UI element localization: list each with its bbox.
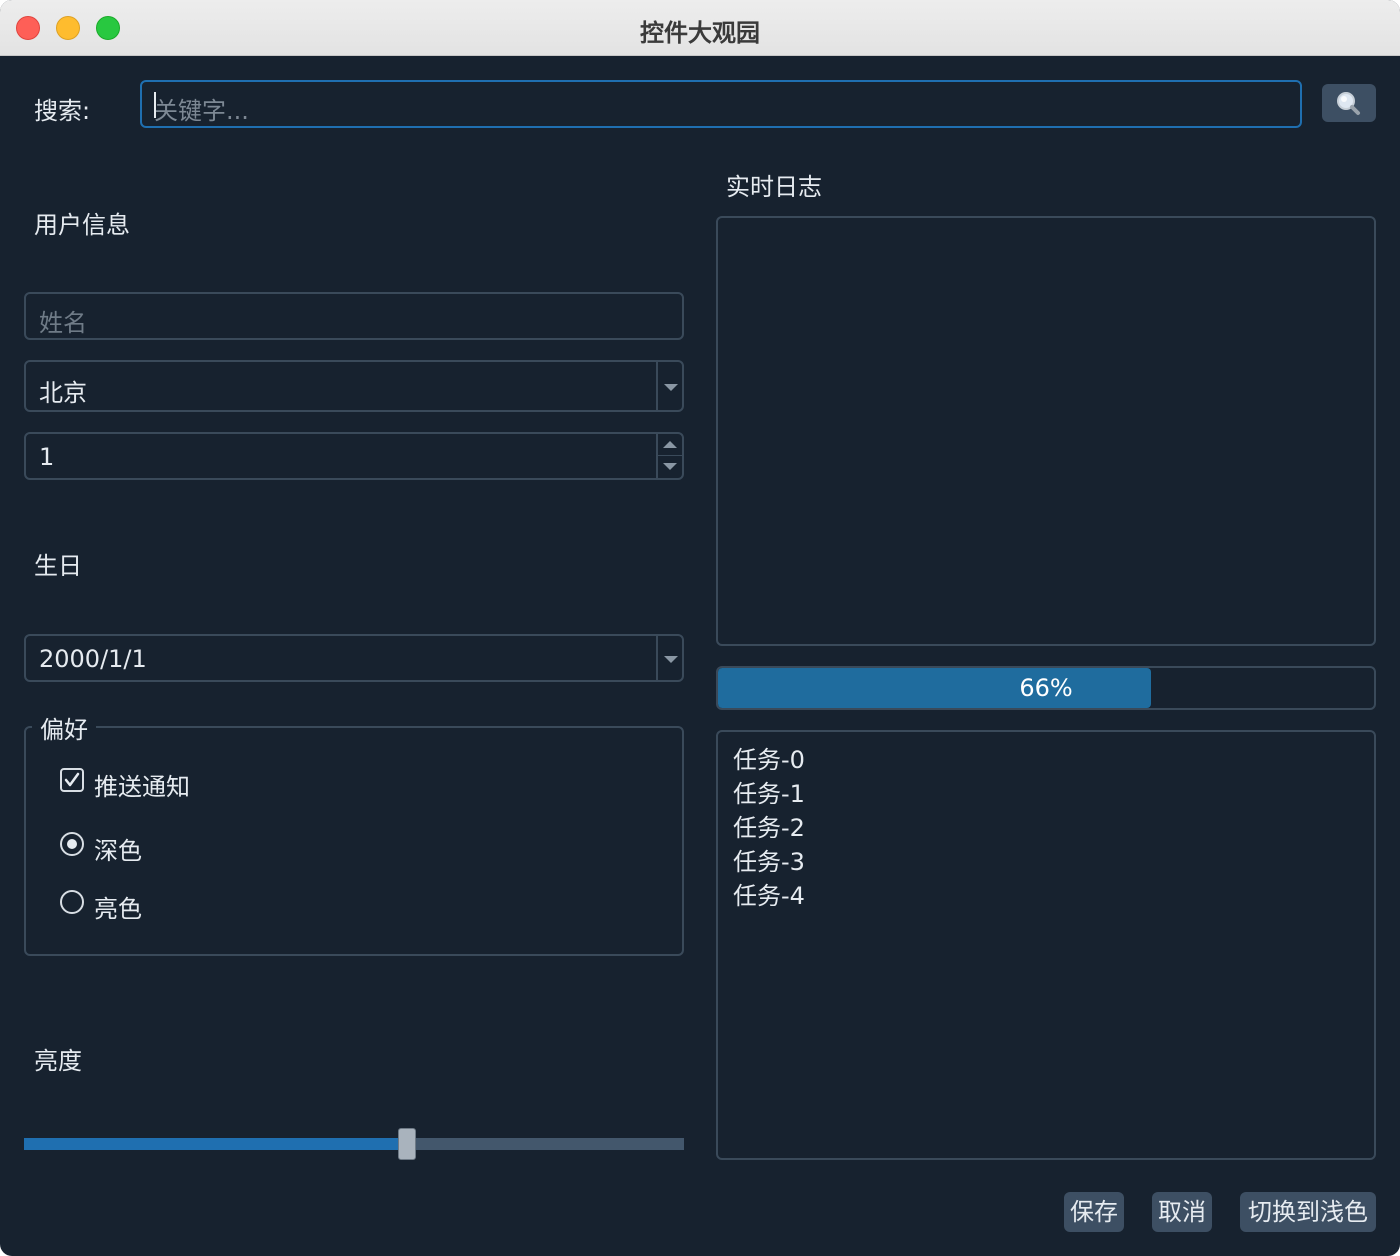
quantity-value: 1 [39,443,55,471]
light-theme-radio[interactable] [60,890,84,914]
name-field[interactable]: 姓名 [24,292,684,340]
preferences-title: 偏好 [32,710,96,745]
list-item[interactable]: 任务-4 [733,876,805,911]
save-button[interactable]: 保存 [1064,1192,1124,1232]
select-divider [656,362,658,410]
city-value: 北京 [39,379,87,407]
search-placeholder: 关键字... [154,97,249,125]
text-caret [154,92,156,118]
search-icon [1337,92,1360,115]
brightness-label: 亮度 [34,1047,82,1075]
light-theme-label[interactable]: 亮色 [94,889,142,924]
log-textarea[interactable] [716,216,1376,646]
brightness-slider-fill [24,1138,407,1150]
progress-text: 66% [1019,674,1073,702]
search-label: 搜索: [34,97,91,125]
quantity-stepper[interactable]: 1 [24,432,684,480]
window-title: 控件大观园 [640,19,760,47]
toggle-theme-button[interactable]: 切换到浅色 [1240,1192,1376,1232]
name-placeholder: 姓名 [39,309,87,337]
radio-selected-dot [67,839,77,849]
city-select[interactable]: 北京 [24,360,684,412]
birthday-date-picker[interactable]: 2000/1/1 [24,634,684,682]
brightness-slider-handle[interactable] [397,1128,416,1160]
task-list[interactable]: 任务-0 任务-1 任务-2 任务-3 任务-4 [716,730,1376,1160]
birthday-value: 2000/1/1 [39,645,147,673]
title-bar: 控件大观园 [0,0,1400,56]
app-window: 控件大观园 搜索: 关键字... 用户信息 姓名 北京 1 生日 2000/1/… [0,0,1400,1256]
chevron-down-icon [664,656,678,663]
increment-button[interactable] [658,434,682,456]
list-item[interactable]: 任务-0 [733,740,805,775]
push-notification-label[interactable]: 推送通知 [94,767,190,802]
dark-theme-label[interactable]: 深色 [94,831,142,866]
list-item[interactable]: 任务-2 [733,808,805,843]
dark-theme-radio[interactable] [60,832,84,856]
search-input[interactable]: 关键字... [140,80,1302,128]
birthday-label: 生日 [34,552,82,580]
arrow-down-icon [663,463,677,470]
push-notification-checkbox[interactable] [60,768,84,792]
user-info-title: 用户信息 [34,211,130,239]
search-button[interactable] [1322,84,1376,122]
cancel-button[interactable]: 取消 [1152,1192,1212,1232]
chevron-down-icon [664,384,678,391]
date-divider [656,636,658,680]
arrow-up-icon [663,441,677,448]
list-item[interactable]: 任务-3 [733,842,805,877]
decrement-button[interactable] [658,456,682,478]
log-title: 实时日志 [726,173,822,201]
checkmark-icon [64,772,80,787]
list-item[interactable]: 任务-1 [733,774,805,809]
progress-bar: 66% [716,666,1376,710]
